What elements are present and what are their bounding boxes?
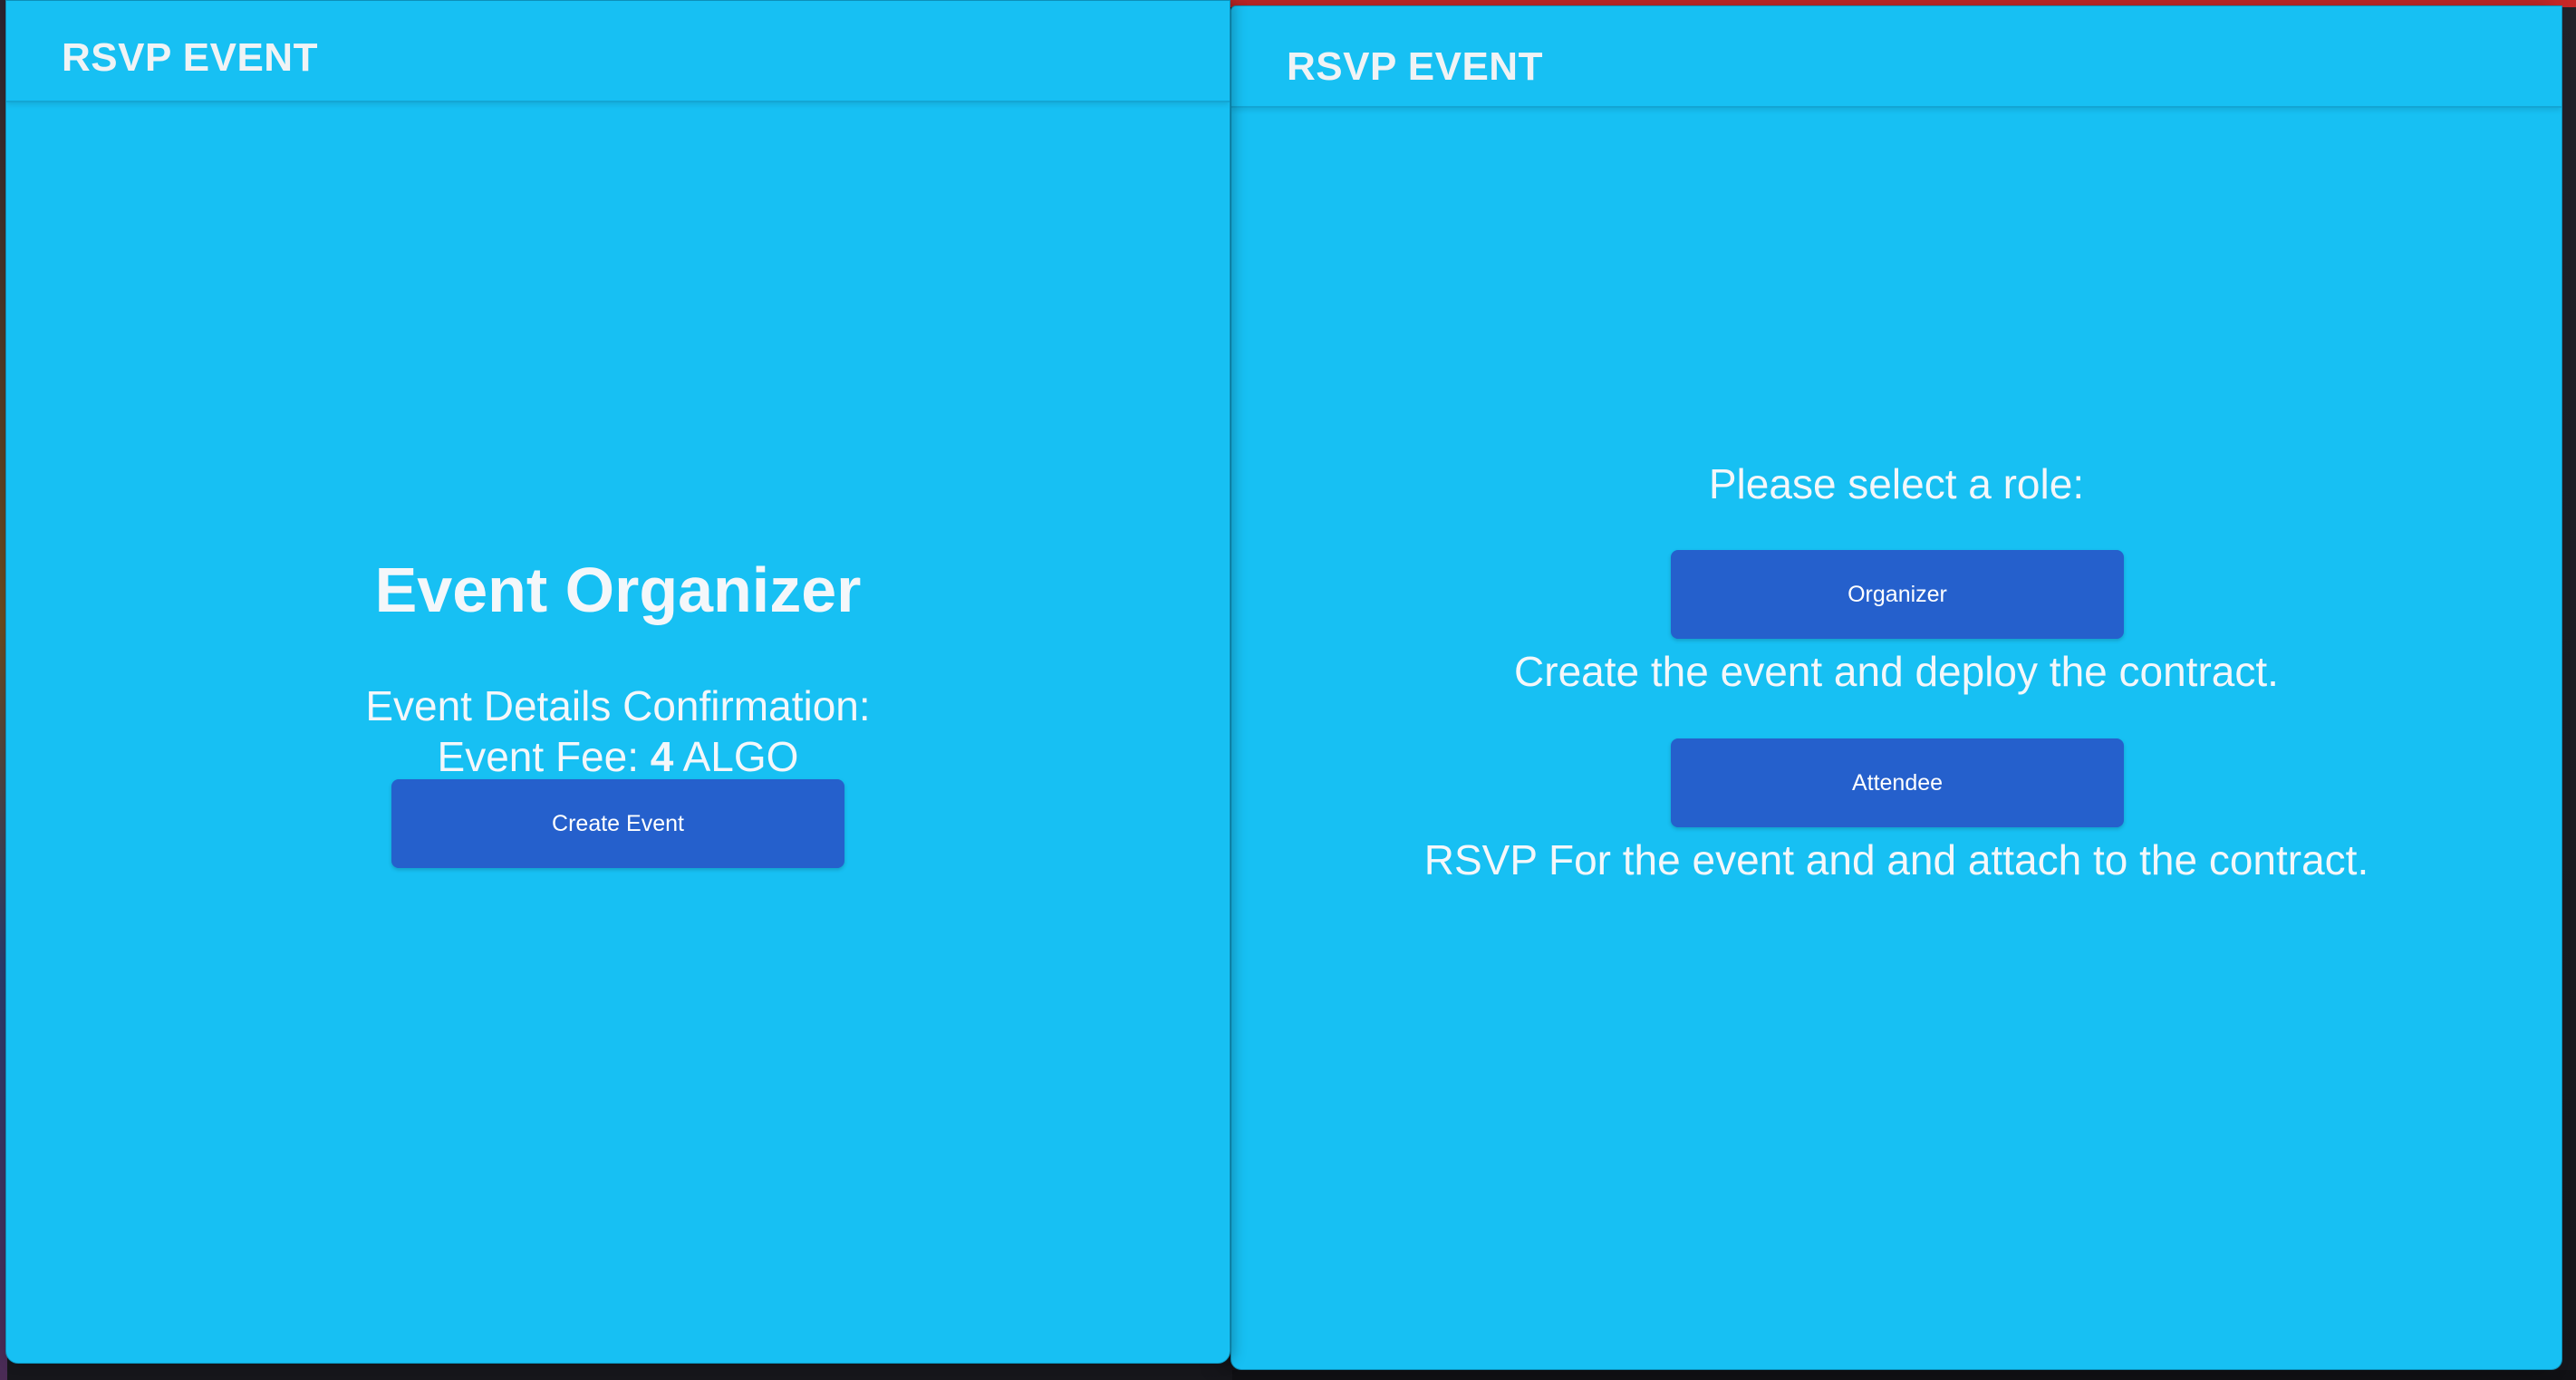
app-title[interactable]: RSVP EVENT [62, 35, 318, 81]
desktop: RSVP EVENT Event Organizer Event Details… [0, 0, 2576, 1380]
app-title[interactable]: RSVP EVENT [1287, 44, 1543, 90]
event-fee-label: Event Fee: [437, 733, 651, 780]
event-details-heading: Event Details Confirmation: [365, 682, 871, 729]
status-bar-edge [1232, 1370, 2576, 1380]
organizer-button[interactable]: Organizer [1671, 550, 2124, 639]
organizer-window: RSVP EVENT Event Organizer Event Details… [5, 0, 1230, 1364]
event-fee-line: Event Fee: 4 ALGO [6, 731, 1230, 782]
event-fee-currency: ALGO [673, 733, 799, 780]
app-bar: RSVP EVENT [1231, 6, 2562, 108]
attendee-description: RSVP For the event and and attach to the… [1423, 836, 2369, 883]
page-title: Event Organizer [374, 555, 862, 625]
role-prompt: Please select a role: [1708, 460, 2085, 507]
create-event-button[interactable]: Create Event [391, 779, 844, 868]
attendee-button[interactable]: Attendee [1671, 738, 2124, 827]
role-select-window: RSVP EVENT Please select a role: Organiz… [1230, 5, 2562, 1370]
app-bar: RSVP EVENT [6, 1, 1230, 102]
organizer-description: Create the event and deploy the contract… [1514, 648, 2279, 695]
event-fee-value: 4 [650, 733, 674, 780]
